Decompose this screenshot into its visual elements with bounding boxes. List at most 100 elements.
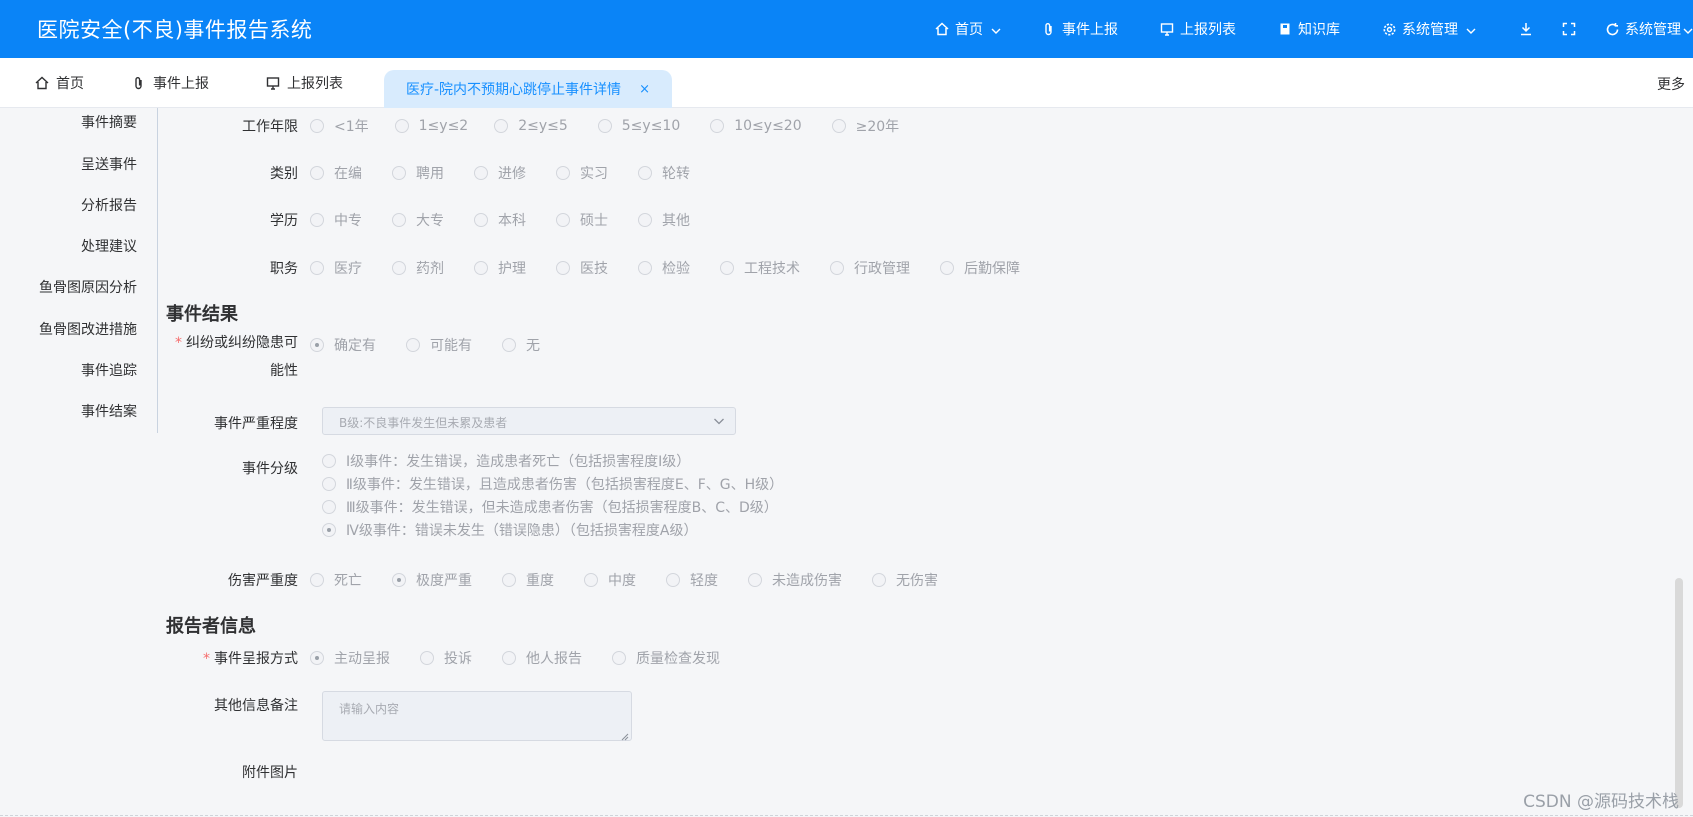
sidebar-item-event-closure[interactable]: 事件结案 (81, 401, 137, 421)
topnav-home[interactable]: 首页 (934, 0, 1001, 58)
option-label: 其他 (662, 213, 690, 229)
app-title: 医院安全(不良)事件报告系统 (37, 18, 313, 42)
chevron-down-icon (1683, 24, 1693, 34)
topnav-report-event[interactable]: 事件上报 (1041, 0, 1118, 58)
tab-event-detail[interactable]: 医疗-院内不预期心跳停止事件详情 × (384, 70, 672, 108)
radio-circle (720, 261, 734, 275)
topnav-system-admin-label: 系统管理 (1402, 22, 1458, 38)
tab-home[interactable]: 首页 (34, 58, 84, 108)
radio-circle (584, 573, 598, 587)
topnav-knowledge-base[interactable]: 知识库 (1277, 0, 1340, 58)
position-option[interactable]: 后勤保障 (940, 258, 1020, 278)
topnav-knowledge-base-label: 知识库 (1298, 22, 1340, 38)
topnav-user-menu-label: 系统管理 (1625, 22, 1681, 38)
topnav-report-list[interactable]: 上报列表 (1159, 0, 1236, 58)
sidebar-item-submit-event[interactable]: 呈送事件 (81, 154, 137, 174)
option-label: 本科 (498, 213, 526, 229)
position-option[interactable]: 行政管理 (830, 258, 910, 278)
resize-grip-icon[interactable] (621, 730, 629, 741)
radio-circle (322, 523, 336, 537)
dispute-option[interactable]: 确定有 (310, 335, 376, 355)
position-option[interactable]: 工程技术 (720, 258, 800, 278)
severity-select-value: B级:不良事件发生但未累及患者 (339, 416, 508, 430)
harm-option[interactable]: 无伤害 (872, 570, 938, 590)
sidebar-item-event-summary[interactable]: 事件摘要 (81, 112, 137, 132)
position-option[interactable]: 医疗 (310, 258, 362, 278)
report-method-option[interactable]: 投诉 (420, 648, 472, 668)
radio-circle (830, 261, 844, 275)
radio-circle (502, 573, 516, 587)
work-years-option[interactable]: 5≤y≤10 (597, 118, 680, 134)
work-years-option[interactable]: ≥20年 (831, 116, 899, 136)
harm-option[interactable]: 死亡 (310, 570, 362, 590)
harm-radio-group: 死亡 极度严重 重度 中度 轻度 未造成伤害 无伤害 (310, 570, 964, 590)
category-option[interactable]: 实习 (556, 163, 608, 183)
position-radio-group: 医疗 药剂 护理 医技 检验 工程技术 行政管理 后勤保障 (310, 258, 1046, 278)
work-years-option[interactable]: 1≤y≤2 (394, 118, 468, 134)
section-title-event-result: 事件结果 (166, 304, 238, 325)
other-info-textarea[interactable]: 请输入内容 (322, 691, 632, 741)
radio-circle (638, 166, 652, 180)
topnav-user-menu[interactable]: 系统管理 (1604, 0, 1693, 58)
harm-option[interactable]: 重度 (502, 570, 554, 590)
monitor-icon (265, 75, 281, 91)
category-option[interactable]: 轮转 (638, 163, 690, 183)
attachments-row: 附件图片 (158, 762, 310, 782)
position-option[interactable]: 护理 (474, 258, 526, 278)
severity-select[interactable]: B级:不良事件发生但未累及患者 (322, 407, 736, 435)
work-years-option[interactable]: 10≤y≤20 (710, 118, 802, 134)
position-option[interactable]: 医技 (556, 258, 608, 278)
work-years-option[interactable]: 2≤y≤5 (494, 118, 568, 134)
tab-report-list[interactable]: 上报列表 (265, 58, 343, 108)
education-option[interactable]: 本科 (474, 210, 526, 230)
sidebar-item-fishbone-improve[interactable]: 鱼骨图改进措施 (39, 319, 137, 339)
tab-report-event[interactable]: 事件上报 (131, 58, 209, 108)
radio-circle (474, 213, 488, 227)
fullscreen-button[interactable] (1561, 0, 1582, 58)
option-label: Ⅰ级事件：发生错误，造成患者死亡（包括损害程度Ⅰ级） (346, 454, 691, 470)
sidebar-item-event-tracking[interactable]: 事件追踪 (81, 360, 137, 380)
education-option[interactable]: 其他 (638, 210, 690, 230)
more-tabs-button[interactable]: 更多 (1657, 74, 1685, 94)
option-label: 大专 (416, 213, 444, 229)
category-option[interactable]: 在编 (310, 163, 362, 183)
harm-option[interactable]: 轻度 (666, 570, 718, 590)
dispute-option[interactable]: 无 (502, 335, 540, 355)
report-method-label: * 事件呈报方式 (158, 648, 310, 668)
close-icon[interactable]: × (639, 82, 650, 97)
grade-option[interactable]: Ⅳ级事件：错误未发生（错误隐患）（包括损害程度A级） (322, 521, 783, 539)
option-label: <1年 (334, 119, 369, 135)
harm-option[interactable]: 极度严重 (392, 570, 472, 590)
category-option[interactable]: 聘用 (392, 163, 444, 183)
grade-option[interactable]: Ⅰ级事件：发生错误，造成患者死亡（包括损害程度Ⅰ级） (322, 452, 783, 470)
education-option[interactable]: 大专 (392, 210, 444, 230)
download-button[interactable] (1518, 0, 1539, 58)
report-method-option[interactable]: 他人报告 (502, 648, 582, 668)
position-option[interactable]: 药剂 (392, 258, 444, 278)
category-option[interactable]: 进修 (474, 163, 526, 183)
fullscreen-icon (1561, 21, 1577, 37)
sidebar-item-handling-advice[interactable]: 处理建议 (81, 236, 137, 256)
grade-option[interactable]: Ⅲ级事件：发生错误，但未造成患者伤害（包括损害程度B、C、D级） (322, 498, 783, 516)
radio-circle (474, 166, 488, 180)
report-method-option[interactable]: 主动呈报 (310, 648, 390, 668)
report-method-row: * 事件呈报方式 主动呈报 投诉 他人报告 质量检查发现 (158, 648, 746, 668)
sidebar-item-fishbone-cause[interactable]: 鱼骨图原因分析 (39, 277, 137, 297)
education-option[interactable]: 硕士 (556, 210, 608, 230)
vertical-scrollbar[interactable] (1675, 578, 1683, 808)
chevron-down-icon (713, 415, 725, 427)
work-years-option[interactable]: <1年 (310, 116, 369, 136)
topnav-system-admin[interactable]: 系统管理 (1381, 0, 1476, 58)
topnav-report-event-label: 事件上报 (1062, 22, 1118, 38)
section-sidebar: 事件摘要 呈送事件 分析报告 处理建议 鱼骨图原因分析 鱼骨图改进措施 事件追踪… (0, 108, 158, 433)
harm-option[interactable]: 中度 (584, 570, 636, 590)
sidebar-item-analysis-report[interactable]: 分析报告 (81, 195, 137, 215)
report-method-option[interactable]: 质量检查发现 (612, 648, 720, 668)
harm-option[interactable]: 未造成伤害 (748, 570, 842, 590)
grade-option[interactable]: Ⅱ级事件：发生错误，且造成患者伤害（包括损害程度E、F、G、H级） (322, 475, 783, 493)
education-option[interactable]: 中专 (310, 210, 362, 230)
dispute-option[interactable]: 可能有 (406, 335, 472, 355)
position-option[interactable]: 检验 (638, 258, 690, 278)
position-row: 职务 医疗 药剂 护理 医技 检验 工程技术 行政管理 后勤保障 (158, 258, 1046, 278)
radio-circle (831, 119, 846, 133)
